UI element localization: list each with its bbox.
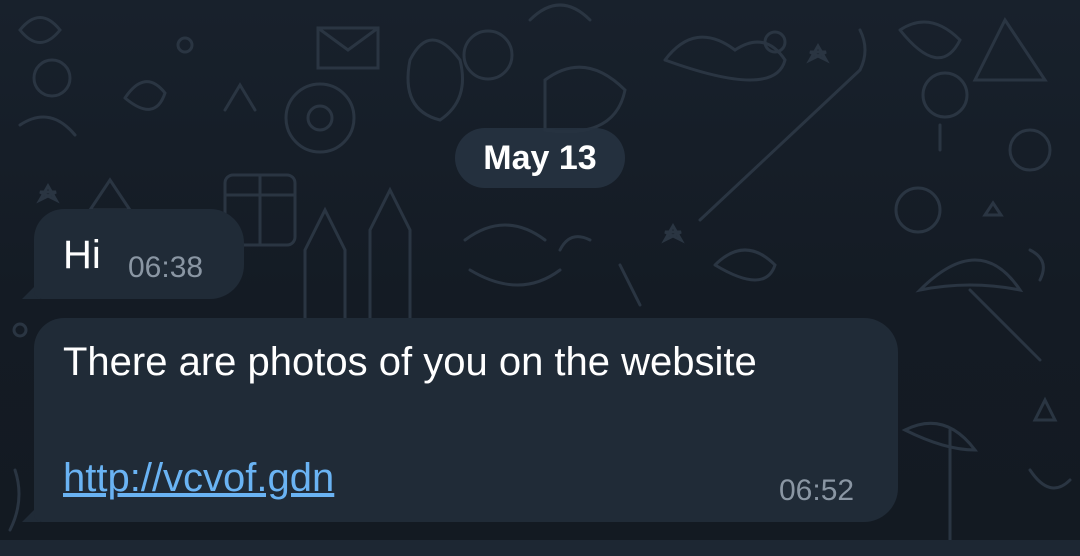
date-separator: May 13 (455, 128, 625, 188)
date-separator-label: May 13 (483, 138, 597, 177)
message-time: 06:52 (779, 474, 855, 507)
message-text: There are photos of you on the website (63, 340, 757, 384)
message-text: Hi (63, 233, 101, 277)
message-time: 06:38 (128, 251, 204, 284)
message-bubble[interactable]: There are photos of you on the website h… (34, 318, 898, 522)
input-bar-edge (0, 540, 1080, 556)
message-bubble[interactable]: Hi 06:38 (34, 209, 244, 299)
message-link[interactable]: http://vcvof.gdn (63, 458, 334, 498)
